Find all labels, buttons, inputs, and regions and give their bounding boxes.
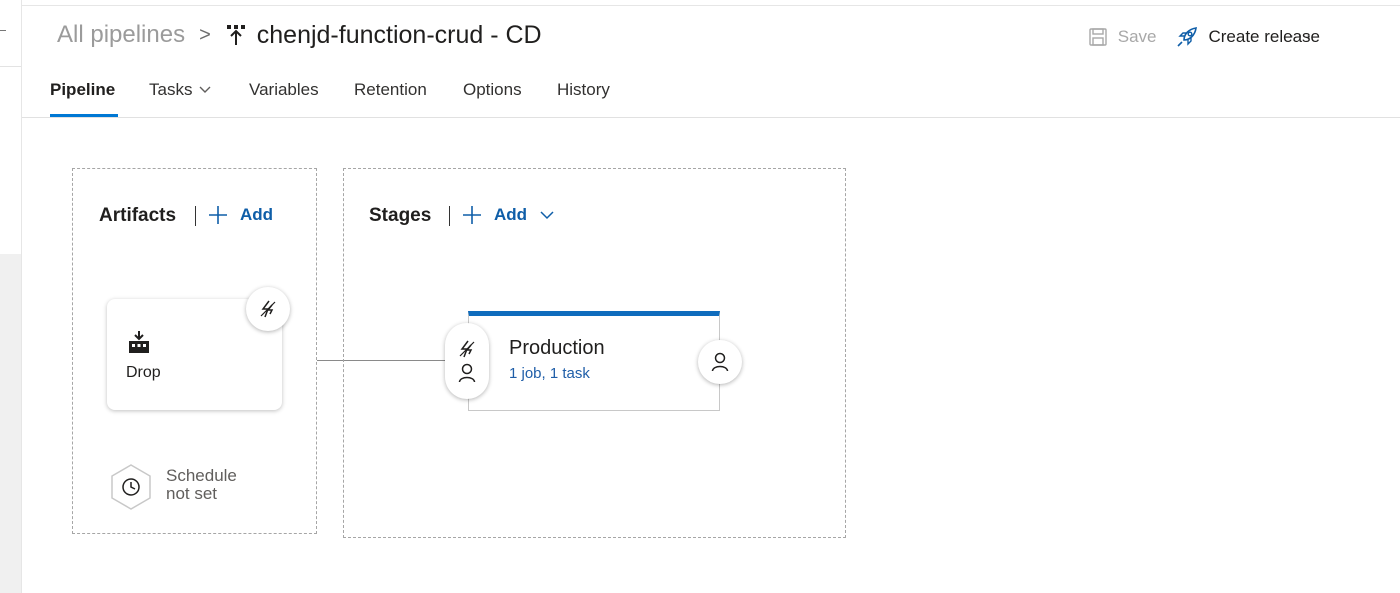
plus-icon	[209, 206, 227, 224]
lightning-icon	[459, 340, 475, 358]
add-artifact-label: Add	[240, 205, 274, 224]
person-icon	[711, 352, 729, 372]
tab-options[interactable]: Options	[463, 80, 522, 100]
breadcrumb: All pipelines > chenjd-function-crud - C…	[57, 18, 542, 52]
stage-name: Production	[509, 337, 605, 359]
plus-icon	[463, 206, 481, 224]
tab-retention[interactable]: Retention	[354, 80, 427, 100]
tab-bar: Pipeline Tasks Variables Retention Optio…	[22, 66, 1400, 118]
left-nav-strip	[0, 0, 22, 593]
chevron-down-icon	[540, 211, 554, 220]
toolbar-actions: Save Create release	[1088, 22, 1320, 52]
add-stage-label: Add	[494, 205, 528, 224]
add-stage-button[interactable]: Add	[462, 205, 555, 225]
artifacts-title: Artifacts	[99, 205, 177, 226]
artifact-name: Drop	[126, 364, 161, 381]
left-nav-divider	[0, 66, 21, 67]
save-label: Save	[1117, 27, 1157, 46]
rocket-icon	[1177, 27, 1198, 47]
stage-card-production[interactable]: Production 1 job, 1 task	[468, 311, 720, 411]
all-pipelines-link[interactable]: All pipelines	[57, 21, 185, 49]
lightning-icon	[260, 300, 276, 318]
tab-variables[interactable]: Variables	[249, 80, 319, 100]
stages-divider	[449, 206, 450, 226]
more-options-button[interactable]: ···	[1288, 22, 1314, 50]
continuous-deployment-trigger-button[interactable]	[246, 287, 290, 331]
tab-tasks-label: Tasks	[149, 80, 193, 99]
tab-tasks[interactable]: Tasks	[149, 80, 212, 100]
schedule-line-2: not set	[166, 484, 218, 503]
left-nav-tick	[0, 30, 6, 31]
add-artifact-button[interactable]: Add	[208, 205, 273, 225]
clock-icon	[111, 464, 151, 510]
save-button[interactable]: Save	[1088, 27, 1157, 47]
schedule-text: Schedule not set	[166, 467, 237, 503]
top-border	[22, 5, 1400, 6]
active-tab-indicator	[50, 114, 118, 117]
pre-deployment-conditions-button[interactable]	[445, 323, 489, 399]
person-icon	[458, 363, 476, 383]
breadcrumb-separator: >	[199, 23, 211, 46]
artifacts-divider	[195, 206, 196, 226]
left-nav-panel	[0, 254, 21, 593]
schedule-trigger[interactable]: Schedule not set	[108, 463, 237, 511]
tab-pipeline[interactable]: Pipeline	[50, 80, 115, 100]
stages-title: Stages	[369, 205, 432, 226]
save-icon	[1089, 28, 1107, 46]
stage-summary-link[interactable]: 1 job, 1 task	[509, 365, 590, 382]
page-title: chenjd-function-crud - CD	[256, 20, 542, 49]
chevron-down-icon	[199, 86, 211, 93]
build-artifact-icon	[129, 331, 149, 353]
post-deployment-conditions-button[interactable]	[698, 340, 742, 384]
schedule-line-1: Schedule	[166, 466, 237, 485]
tab-history[interactable]: History	[557, 80, 610, 100]
release-pipeline-icon	[225, 23, 247, 47]
